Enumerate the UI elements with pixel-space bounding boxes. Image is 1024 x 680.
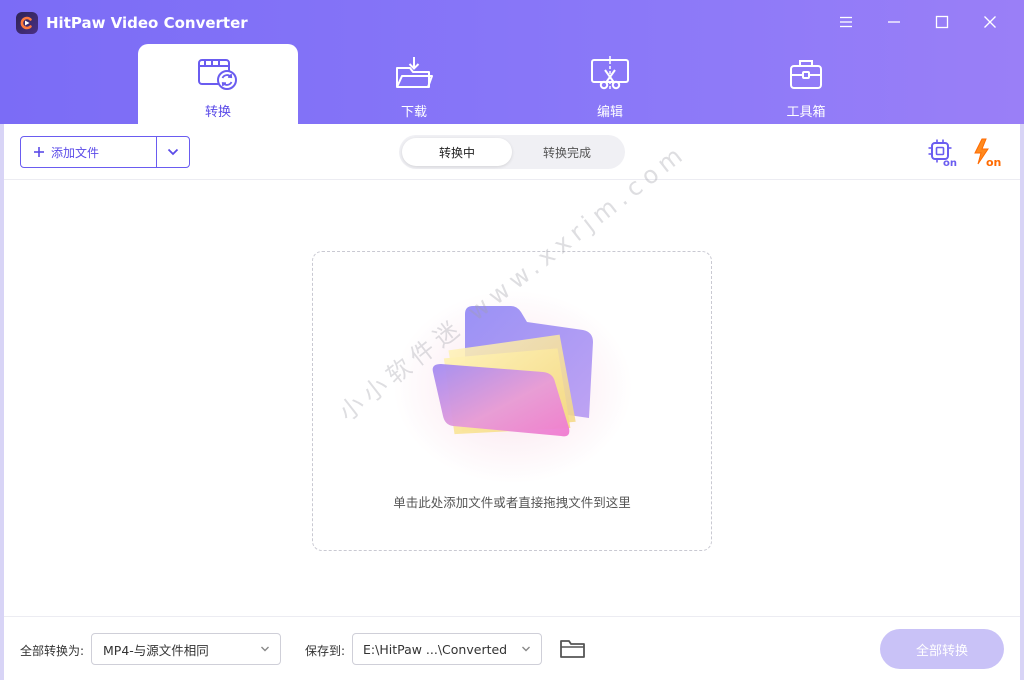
tab-edit[interactable]: 编辑 xyxy=(530,44,690,124)
save-path-value: E:\HitPaw ...\Converted xyxy=(363,641,508,657)
hardware-acceleration-button[interactable]: on xyxy=(928,138,958,169)
convert-all-button[interactable]: 全部转换 xyxy=(880,629,1004,669)
chevron-down-icon xyxy=(522,646,530,652)
chevron-down-icon xyxy=(261,646,269,652)
title-bar: HitPaw Video Converter 转换 下载 编辑 工具箱 xyxy=(0,0,1024,124)
footer-bar: 全部转换为: MP4-与源文件相同 保存到: E:\HitPaw ...\Con… xyxy=(4,616,1020,680)
app-title: HitPaw Video Converter xyxy=(46,14,248,32)
chevron-down-icon xyxy=(167,148,179,156)
download-folder-icon xyxy=(396,57,433,88)
app-logo-icon xyxy=(16,12,38,34)
output-format-select[interactable]: MP4-与源文件相同 xyxy=(91,633,281,665)
cpu-on-icon: on xyxy=(928,139,957,169)
save-to-label: 保存到: xyxy=(305,644,346,658)
segment-converted[interactable]: 转换完成 xyxy=(512,138,622,166)
drop-zone-hint: 单击此处添加文件或者直接拖拽文件到这里 xyxy=(393,495,631,510)
plus-icon xyxy=(34,147,44,157)
hamburger-icon xyxy=(840,16,852,28)
toolbox-icon xyxy=(790,60,822,89)
minimize-button[interactable] xyxy=(880,8,908,36)
add-file-label: 添加文件 xyxy=(51,145,100,160)
turbo-speed-button[interactable]: on xyxy=(972,138,1002,169)
save-path-select[interactable]: E:\HitPaw ...\Converted xyxy=(352,633,542,665)
output-format-value: MP4-与源文件相同 xyxy=(103,642,209,658)
edit-cut-icon xyxy=(591,56,629,90)
status-segmented-control: 转换中 转换完成 xyxy=(399,135,625,169)
add-file-button[interactable]: 添加文件 xyxy=(21,137,157,167)
tab-label: 编辑 xyxy=(596,105,623,120)
video-convert-icon xyxy=(198,59,237,90)
lightning-on-icon: on xyxy=(974,138,1001,169)
tab-download[interactable]: 下载 xyxy=(334,44,494,124)
folder-icon xyxy=(560,640,585,658)
convert-all-to-label: 全部转换为: xyxy=(20,644,85,658)
tab-toolbox[interactable]: 工具箱 xyxy=(726,44,886,124)
add-file-split-button: 添加文件 xyxy=(20,136,190,168)
minimize-icon xyxy=(888,21,900,23)
close-button[interactable] xyxy=(976,8,1004,36)
tab-label: 工具箱 xyxy=(786,105,826,120)
maximize-icon xyxy=(935,15,949,29)
tab-label: 下载 xyxy=(400,105,427,120)
maximize-button[interactable] xyxy=(928,8,956,36)
tab-label: 转换 xyxy=(204,105,231,120)
close-icon xyxy=(984,16,996,28)
open-output-folder-button[interactable] xyxy=(559,637,587,661)
turbo-on-badge: on xyxy=(986,156,1001,168)
segment-converting[interactable]: 转换中 xyxy=(402,138,512,166)
tab-convert[interactable]: 转换 xyxy=(138,44,298,124)
menu-button[interactable] xyxy=(832,8,860,36)
add-file-dropdown-button[interactable] xyxy=(157,137,189,167)
hardware-on-badge: on xyxy=(943,158,957,168)
toolbar: 添加文件 转换中 转换完成 on on xyxy=(4,124,1020,180)
